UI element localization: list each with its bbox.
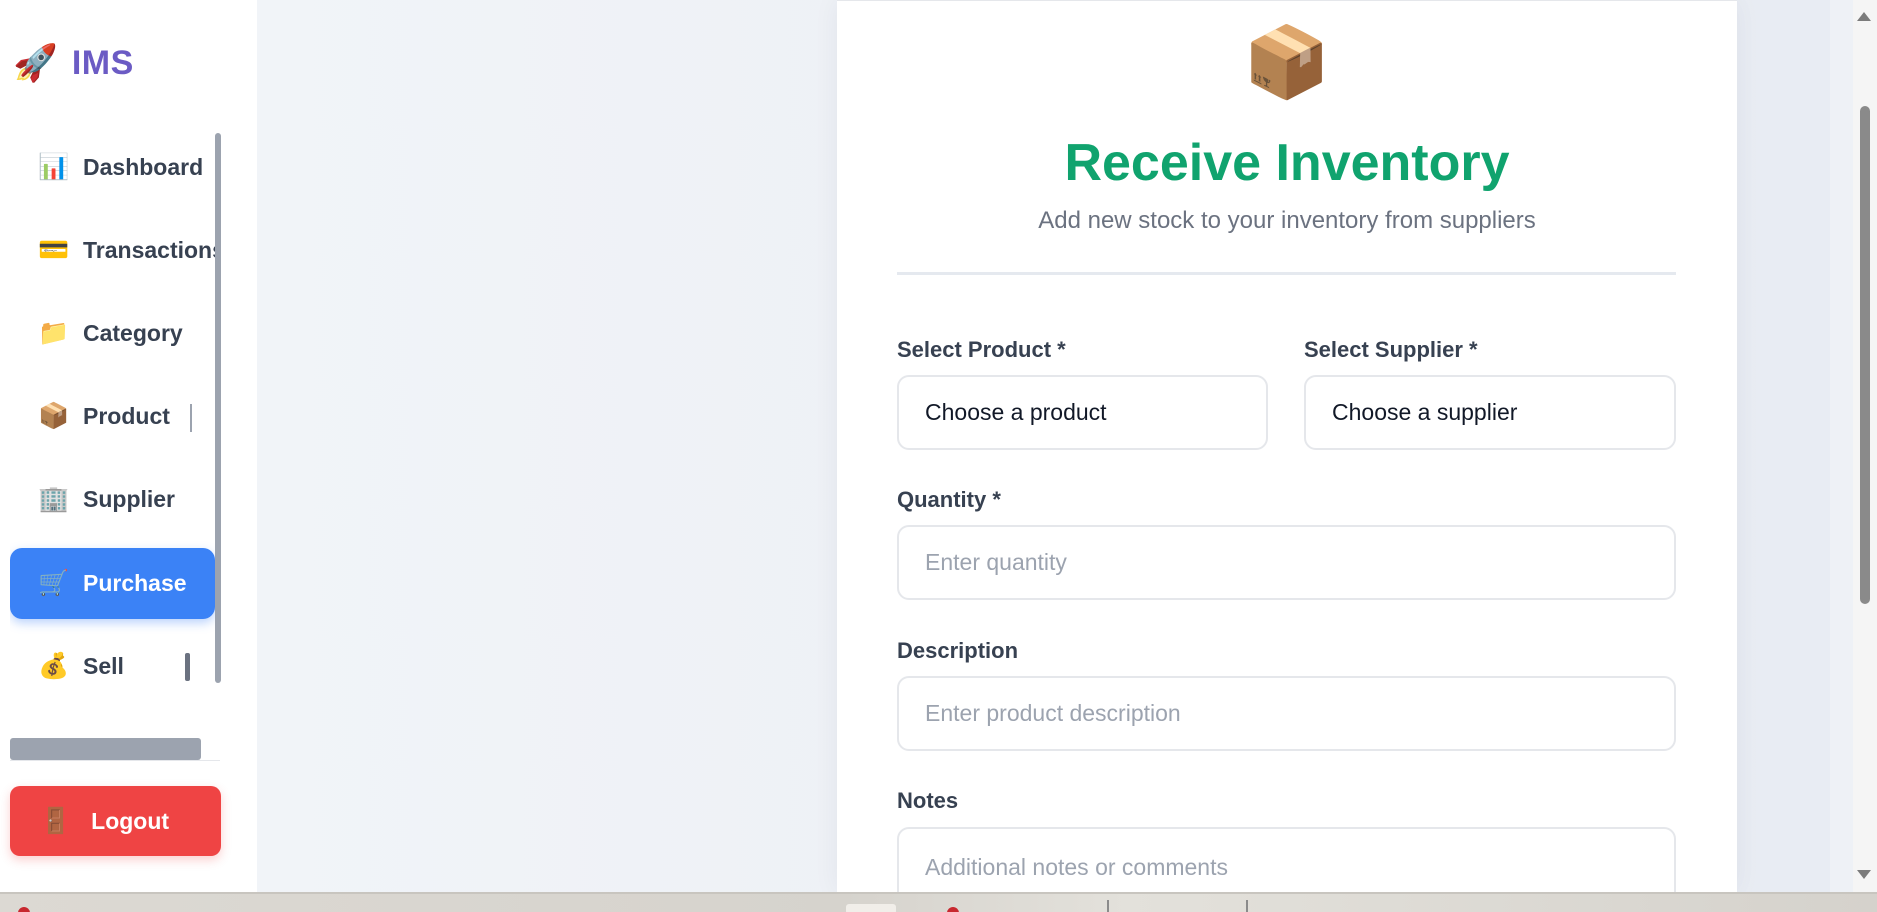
page-scroll-thumb[interactable] bbox=[1860, 106, 1870, 604]
supplier-select-value: Choose a supplier bbox=[1332, 399, 1518, 425]
nav-divider bbox=[185, 653, 190, 681]
sidebar-scrollbar[interactable] bbox=[215, 133, 221, 683]
quantity-field[interactable] bbox=[897, 525, 1676, 600]
sidebar-item-label: Category bbox=[83, 320, 183, 346]
supplier-label: Select Supplier * bbox=[1304, 337, 1478, 362]
product-select[interactable]: Choose a product bbox=[897, 375, 1268, 450]
receive-inventory-card: 📦 Receive Inventory Add new stock to you… bbox=[837, 0, 1737, 907]
logout-button[interactable]: 🚪 Logout bbox=[10, 786, 221, 856]
quantity-label: Quantity * bbox=[897, 487, 1001, 512]
sidebar-horizontal-scrollbar[interactable] bbox=[10, 738, 201, 760]
description-label: Description bbox=[897, 638, 1019, 663]
sidebar-item-category[interactable]: 📁 Category bbox=[10, 298, 215, 369]
quantity-input[interactable] bbox=[925, 527, 1674, 598]
taskbar bbox=[0, 892, 1877, 912]
sidebar-item-label: Supplier bbox=[83, 486, 176, 512]
package-icon: 📦 bbox=[1243, 23, 1331, 101]
sidebar-divider bbox=[10, 760, 220, 761]
brand[interactable]: 🚀 IMS bbox=[13, 38, 134, 88]
main-content: 📦 Receive Inventory Add new stock to you… bbox=[257, 0, 1830, 907]
logout-label: Logout bbox=[91, 807, 170, 834]
package-icon: 📦 bbox=[38, 402, 70, 430]
product-select-value: Choose a product bbox=[925, 399, 1107, 425]
supplier-select[interactable]: Choose a supplier bbox=[1304, 375, 1676, 450]
sidebar-nav: 📊 Dashboard 💳 Transactions 📁 Category 📦 … bbox=[10, 131, 216, 691]
sidebar-item-transactions[interactable]: 💳 Transactions bbox=[10, 215, 216, 286]
building-icon: 🏢 bbox=[38, 485, 70, 513]
page-scrollbar[interactable] bbox=[1853, 0, 1877, 892]
scroll-up-arrow-icon[interactable] bbox=[1857, 12, 1871, 21]
taskbar-app-icon[interactable] bbox=[18, 907, 30, 912]
sidebar-item-product[interactable]: 📦 Product bbox=[10, 381, 215, 452]
description-field[interactable] bbox=[897, 676, 1676, 751]
sidebar-item-purchase[interactable]: 🛒 Purchase bbox=[10, 548, 215, 619]
shopping-cart-icon: 🛒 bbox=[38, 569, 70, 597]
door-icon: 🚪 bbox=[40, 806, 72, 835]
sidebar-item-supplier[interactable]: 🏢 Supplier bbox=[10, 464, 215, 535]
sidebar-item-label: Dashboard bbox=[83, 154, 204, 180]
page-subtitle: Add new stock to your inventory from sup… bbox=[1038, 207, 1536, 234]
app-window: 🚀 IMS 📊 Dashboard 💳 Transactions 📁 Categ… bbox=[0, 0, 1877, 912]
taskbar-app-icon[interactable] bbox=[947, 907, 959, 912]
sidebar-item-label: Product bbox=[83, 403, 170, 429]
title-divider bbox=[897, 272, 1676, 275]
sidebar: 🚀 IMS 📊 Dashboard 💳 Transactions 📁 Categ… bbox=[0, 0, 257, 892]
taskbar-separator bbox=[1107, 900, 1109, 912]
taskbar-separator bbox=[1246, 900, 1248, 912]
scroll-down-arrow-icon[interactable] bbox=[1857, 870, 1871, 879]
description-input[interactable] bbox=[925, 678, 1674, 749]
credit-card-icon: 💳 bbox=[38, 236, 70, 264]
bar-chart-icon: 📊 bbox=[38, 153, 70, 181]
brand-name: IMS bbox=[71, 43, 134, 82]
nav-divider bbox=[190, 404, 192, 432]
page-title: Receive Inventory bbox=[1064, 134, 1510, 192]
sidebar-item-label: Sell bbox=[83, 653, 124, 679]
sidebar-item-label: Transactions bbox=[83, 237, 216, 263]
sidebar-item-dashboard[interactable]: 📊 Dashboard bbox=[10, 132, 215, 203]
sidebar-scroll-thumb[interactable] bbox=[215, 133, 221, 683]
notes-label: Notes bbox=[897, 788, 959, 813]
rocket-icon: 🚀 bbox=[13, 42, 58, 83]
money-bag-icon: 💰 bbox=[38, 652, 70, 680]
sidebar-item-label: Purchase bbox=[83, 570, 187, 596]
folder-icon: 📁 bbox=[38, 319, 70, 347]
taskbar-app-icon[interactable] bbox=[846, 904, 896, 912]
product-label: Select Product * bbox=[897, 337, 1066, 362]
